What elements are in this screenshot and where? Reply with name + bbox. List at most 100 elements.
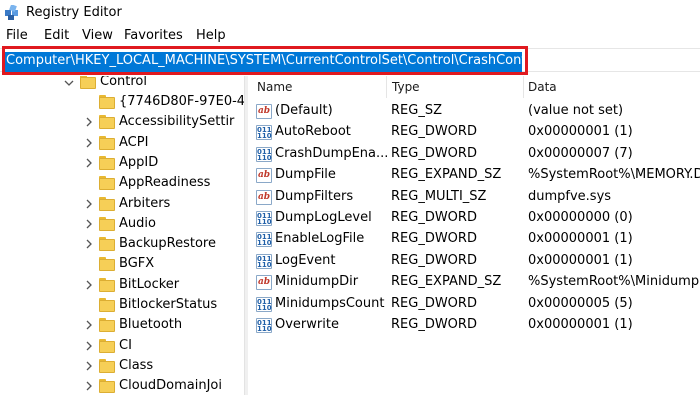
chevron-right-icon[interactable] bbox=[84, 280, 94, 290]
folder-icon bbox=[99, 115, 115, 130]
string-value-icon: ab bbox=[256, 189, 272, 205]
tree-item-label: AppReadiness bbox=[119, 175, 211, 191]
pane-splitter[interactable] bbox=[244, 76, 248, 395]
tree-item-label: BitLocker bbox=[119, 276, 180, 292]
string-value-icon: ab bbox=[256, 104, 272, 119]
binary-value-icon: 011 110 bbox=[256, 253, 272, 269]
column-header-data[interactable]: Data bbox=[528, 80, 557, 94]
tree-item-control[interactable]: Control bbox=[0, 76, 244, 92]
folder-icon bbox=[99, 298, 115, 312]
chevron-right-icon[interactable] bbox=[84, 219, 94, 229]
tree-item-label: AppID bbox=[119, 154, 159, 170]
menu-view[interactable]: View bbox=[82, 28, 113, 43]
menu-favorites[interactable]: Favorites bbox=[124, 28, 183, 43]
tree-item-label: CloudDomainJoi bbox=[119, 378, 222, 394]
folder-icon bbox=[99, 338, 115, 353]
column-header-type[interactable]: Type bbox=[392, 80, 420, 94]
value-row[interactable]: 011 110 AutoReboot REG_DWORD 0x00000001 (1) bbox=[249, 122, 700, 143]
value-name: MinidumpDir bbox=[275, 274, 359, 290]
value-type: REG_SZ bbox=[391, 103, 442, 118]
folder-icon bbox=[99, 358, 115, 373]
value-row[interactable]: 011 110 CrashDumpEna... REG_DWORD 0x00000007… bbox=[249, 144, 700, 165]
value-data: 0x00000001 (1) bbox=[528, 124, 633, 140]
tree-item[interactable]: Bluetooth bbox=[0, 315, 244, 335]
tree-item[interactable]: AppReadiness bbox=[0, 173, 244, 193]
value-row[interactable]: 011 110 Overwrite REG_DWORD 0x00000001 (1) bbox=[249, 315, 700, 336]
menu-edit[interactable]: Edit bbox=[44, 28, 69, 43]
value-data: 0x00000001 (1) bbox=[528, 317, 633, 332]
tree-item[interactable]: CloudDomainJoi bbox=[0, 376, 244, 395]
chevron-right-icon[interactable] bbox=[84, 341, 94, 351]
folder-icon bbox=[99, 95, 115, 109]
tree-item[interactable]: BitLocker bbox=[0, 275, 244, 295]
value-name: EnableLogFile bbox=[275, 231, 365, 247]
values-list[interactable]: Name Type Data ab (Default) REG_SZ (value n… bbox=[249, 76, 700, 395]
chevron-right-icon[interactable] bbox=[84, 117, 94, 127]
value-name: LogEvent bbox=[275, 252, 336, 268]
tree-item-label: {7746D80F-97E0-4 bbox=[119, 94, 244, 109]
menu-help[interactable]: Help bbox=[196, 28, 226, 43]
chevron-right-icon[interactable] bbox=[84, 138, 94, 148]
chevron-right-icon[interactable] bbox=[84, 381, 94, 391]
string-value-icon: ab bbox=[256, 168, 272, 184]
value-row[interactable]: 011 110 LogEvent REG_DWORD 0x00000001 (1) bbox=[249, 251, 700, 272]
tree-item[interactable]: Audio bbox=[0, 214, 244, 234]
folder-icon bbox=[99, 196, 115, 211]
value-row[interactable]: ab (Default) REG_SZ (value not set) bbox=[249, 101, 700, 122]
value-data: 0x00000001 (1) bbox=[528, 231, 633, 247]
tree-item[interactable]: BGFX bbox=[0, 254, 244, 274]
value-name: DumpLogLevel bbox=[275, 210, 372, 225]
tree-item-label: CI bbox=[119, 337, 132, 353]
tree-item-label: BackupRestore bbox=[119, 236, 216, 252]
tree-item[interactable]: AppID bbox=[0, 153, 244, 173]
value-data: 0x00000001 (1) bbox=[528, 252, 633, 268]
tree-item[interactable]: ACPI bbox=[0, 133, 244, 153]
value-name: MinidumpsCount bbox=[275, 295, 385, 311]
tree-item[interactable]: AccessibilitySettir bbox=[0, 112, 244, 132]
value-type: REG_EXPAND_SZ bbox=[391, 167, 502, 183]
menu-file[interactable]: File bbox=[6, 28, 28, 43]
value-data: %SystemRoot%\Minidump bbox=[528, 274, 700, 290]
value-name: CrashDumpEna... bbox=[275, 145, 389, 161]
chevron-right-icon[interactable] bbox=[84, 199, 94, 209]
registry-editor-icon bbox=[5, 5, 18, 20]
value-row[interactable]: ab DumpFilters REG_MULTI_SZ dumpfve.sys bbox=[249, 187, 700, 208]
tree-item[interactable]: Class bbox=[0, 356, 244, 376]
value-data: 0x00000000 (0) bbox=[528, 210, 633, 225]
tree-item[interactable]: {7746D80F-97E0-4 bbox=[0, 92, 244, 112]
tree-item[interactable]: CI bbox=[0, 336, 244, 356]
chevron-right-icon[interactable] bbox=[84, 320, 94, 330]
value-row[interactable]: 011 110 EnableLogFile REG_DWORD 0x00000001 (… bbox=[249, 229, 700, 250]
value-row[interactable]: 011 110 MinidumpsCount REG_DWORD 0x00000005 … bbox=[249, 294, 700, 315]
tree-item-label: AccessibilitySettir bbox=[119, 114, 235, 130]
value-row[interactable]: 011 110 DumpLogLevel REG_DWORD 0x00000000 (0… bbox=[249, 208, 700, 229]
folder-icon bbox=[99, 318, 115, 333]
tree-item-label: Bluetooth bbox=[119, 317, 183, 333]
column-header-name[interactable]: Name bbox=[257, 80, 292, 94]
folder-icon bbox=[99, 277, 115, 292]
value-type: REG_DWORD bbox=[391, 210, 477, 225]
value-data: 0x00000005 (5) bbox=[528, 295, 633, 311]
key-tree[interactable]: Control {7746D80F-97E0-4 AccessibilitySet… bbox=[0, 76, 244, 395]
binary-value-icon: 011 110 bbox=[256, 232, 272, 248]
chevron-right-icon[interactable] bbox=[84, 239, 94, 249]
value-row[interactable]: ab DumpFile REG_EXPAND_SZ %SystemRoot%\MEMO… bbox=[249, 165, 700, 186]
tree-item[interactable]: BackupRestore bbox=[0, 234, 244, 254]
value-row[interactable]: ab MinidumpDir REG_EXPAND_SZ %SystemRoot%\M… bbox=[249, 272, 700, 293]
tree-item-label: BGFX bbox=[119, 256, 155, 272]
annotation-highlight-box bbox=[2, 46, 528, 75]
chevron-down-icon[interactable] bbox=[64, 78, 74, 88]
tree-item[interactable]: Arbiters bbox=[0, 194, 244, 214]
value-type: REG_DWORD bbox=[391, 145, 477, 161]
binary-value-icon: 011 110 bbox=[256, 211, 272, 226]
window-title: Registry Editor bbox=[26, 5, 122, 20]
column-divider[interactable] bbox=[523, 76, 524, 98]
value-type: REG_DWORD bbox=[391, 252, 477, 268]
tree-item[interactable]: BitlockerStatus bbox=[0, 295, 244, 315]
chevron-right-icon[interactable] bbox=[84, 361, 94, 371]
chevron-right-icon[interactable] bbox=[84, 158, 94, 168]
column-divider[interactable] bbox=[386, 76, 387, 98]
binary-value-icon: 011 110 bbox=[256, 146, 272, 162]
folder-open-icon bbox=[80, 76, 96, 89]
binary-value-icon: 011 110 bbox=[256, 125, 272, 141]
